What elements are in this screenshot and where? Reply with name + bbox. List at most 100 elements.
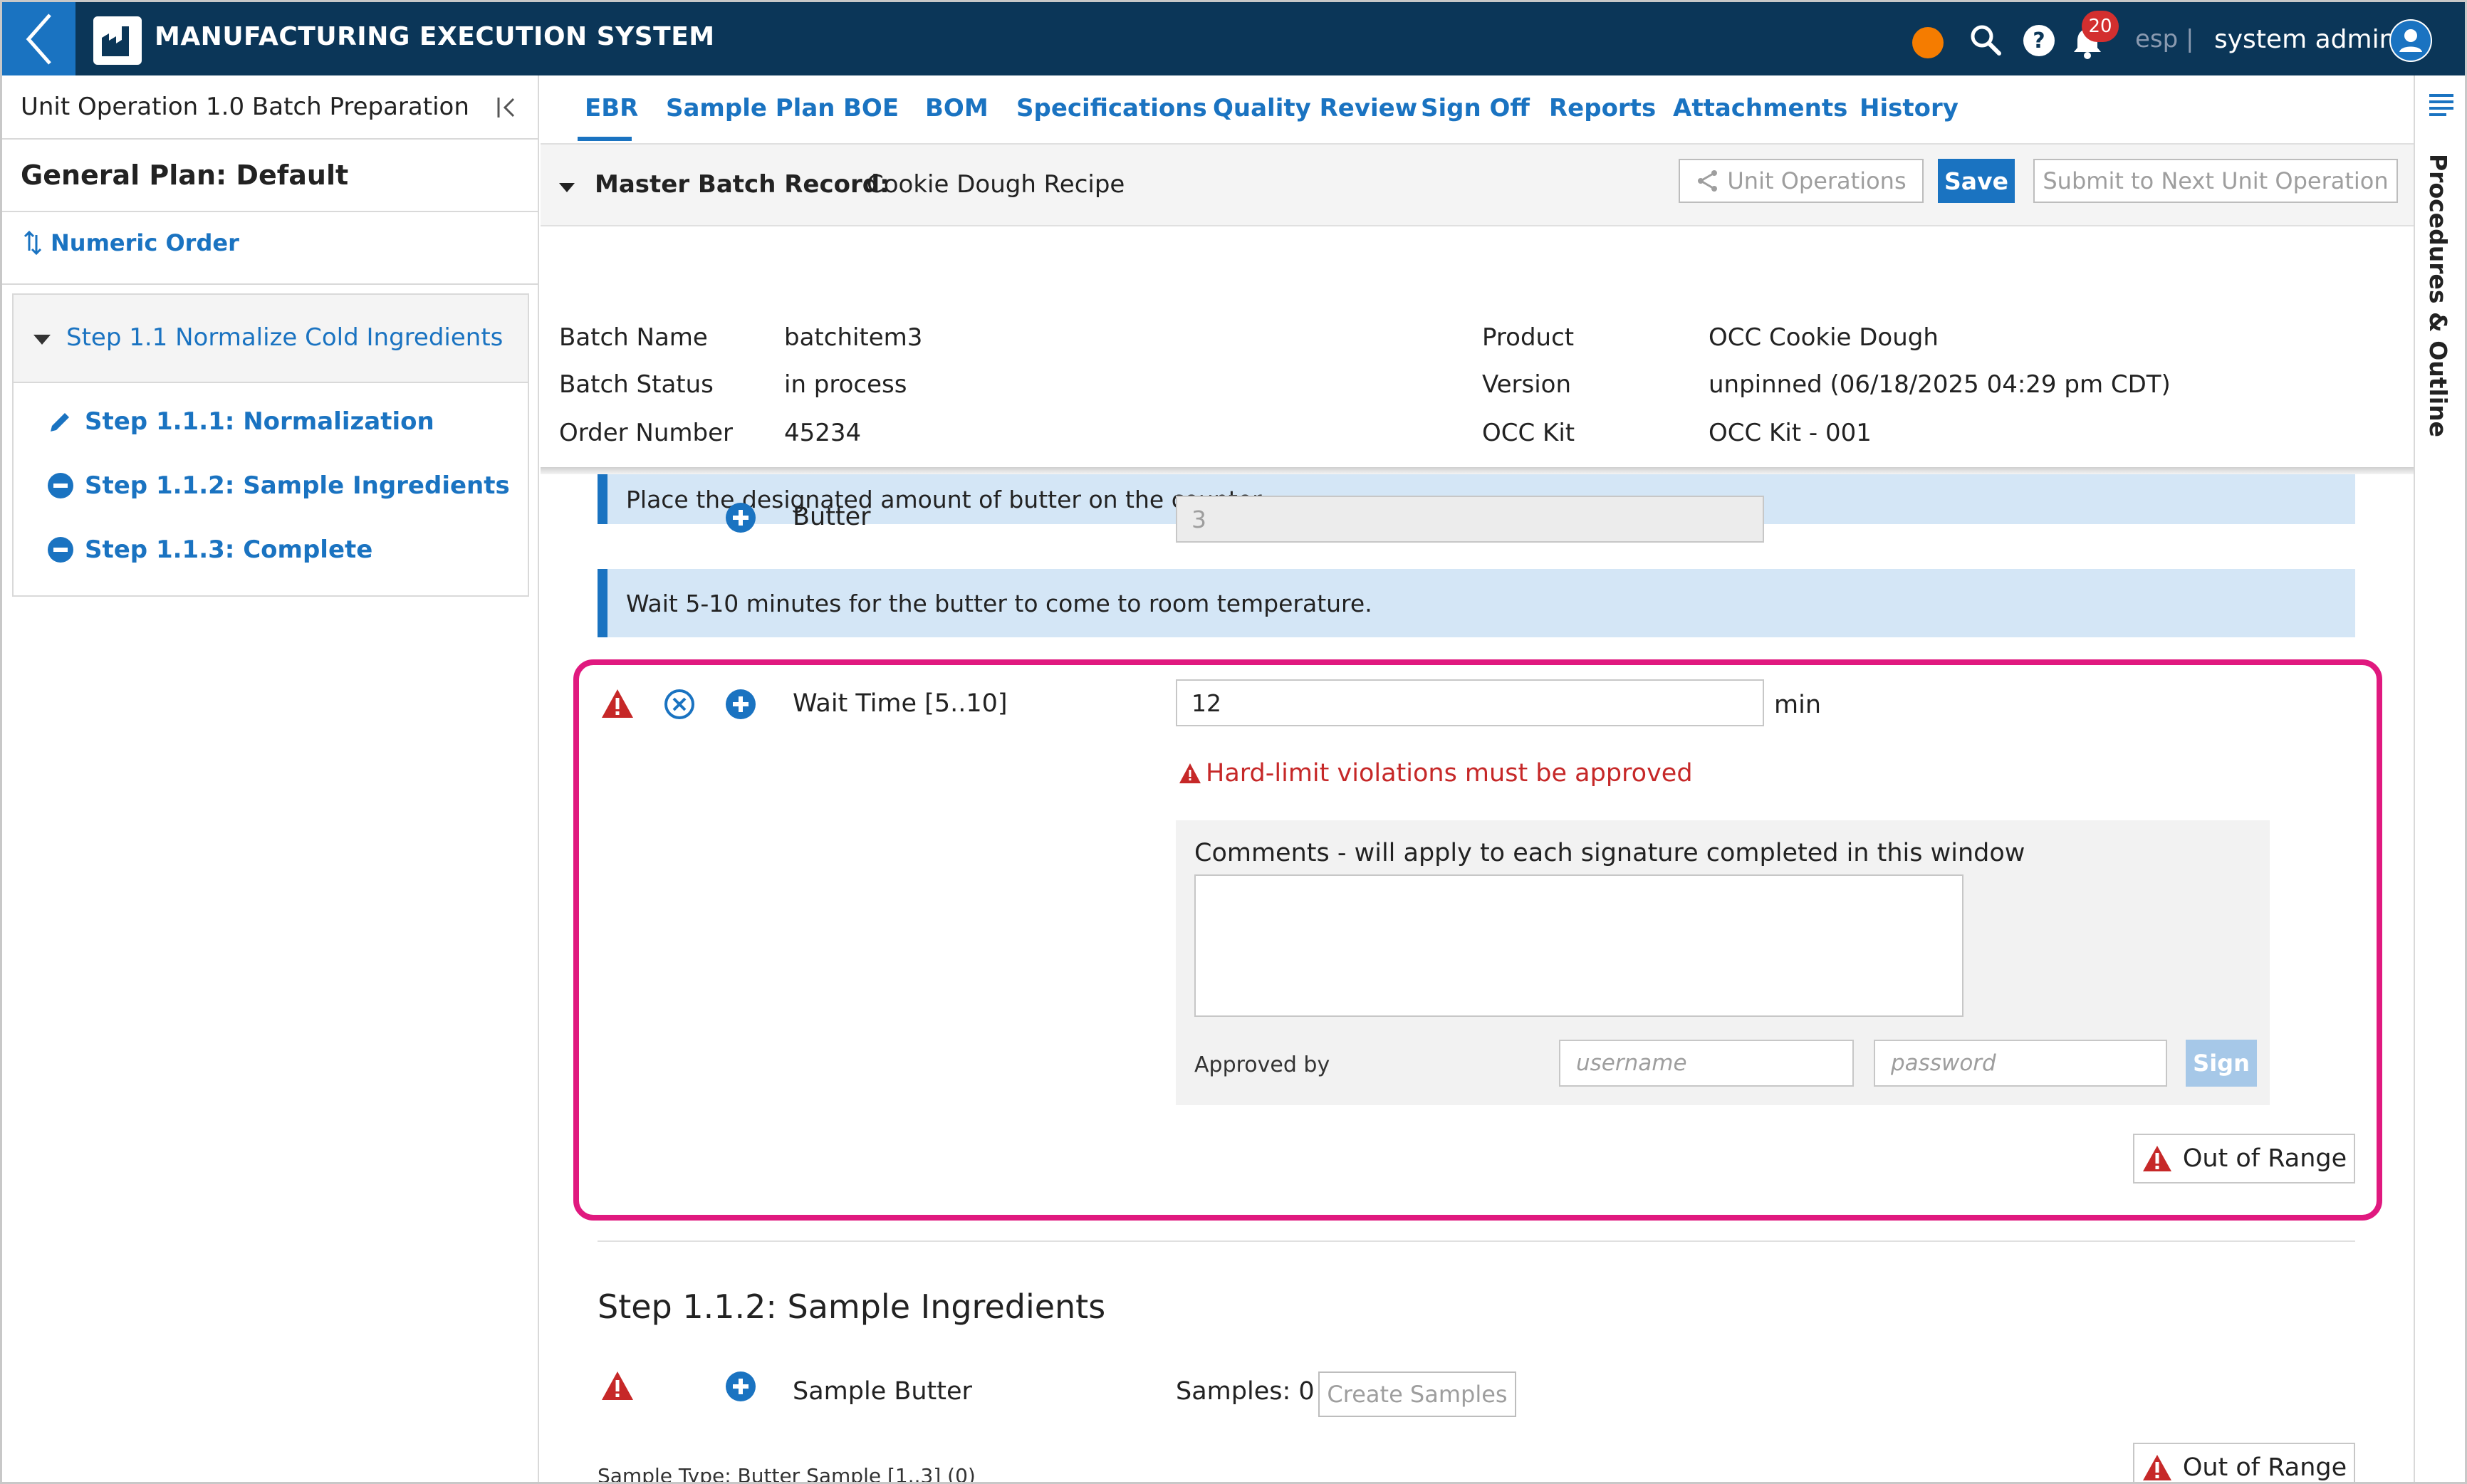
minus-circle-icon: [48, 473, 73, 498]
hard-limit-error: Hard-limit violations must be approved: [1179, 759, 1693, 788]
tab-sample-plan[interactable]: Sample Plan: [666, 94, 835, 122]
caret-down-icon[interactable]: [559, 183, 575, 192]
batch-info: Batch Name batchitem3 Batch Status in pr…: [541, 228, 2414, 470]
tab-sign-off[interactable]: Sign Off: [1421, 94, 1530, 122]
warning-icon: [2142, 1146, 2171, 1171]
approval-panel: Comments - will apply to each signature …: [1176, 820, 2270, 1105]
left-panel-header: Unit Operation 1.0 Batch Preparation: [2, 75, 539, 140]
unit-operation-title: Unit Operation 1.0 Batch Preparation: [21, 93, 469, 121]
tab-ebr[interactable]: EBR: [585, 94, 638, 122]
wait-time-input[interactable]: 12: [1176, 679, 1764, 726]
status-indicator[interactable]: [1912, 27, 1944, 58]
out-of-range-button[interactable]: Out of Range: [2133, 1134, 2355, 1183]
out-of-range-label: Out of Range: [2182, 1453, 2347, 1482]
tab-specifications[interactable]: Specifications: [1016, 94, 1207, 122]
app-title: MANUFACTURING EXECUTION SYSTEM: [155, 22, 715, 51]
numeric-order-label: Numeric Order: [51, 229, 239, 256]
language-switch[interactable]: esp |: [2135, 25, 2194, 53]
create-samples-button[interactable]: Create Samples: [1318, 1371, 1516, 1417]
section-title: Step 1.1.2: Sample Ingredients: [598, 1287, 1106, 1326]
record-value: Cookie Dough Recipe: [867, 170, 1125, 199]
product-value: OCC Cookie Dough: [1709, 323, 1939, 352]
top-bar: MANUFACTURING EXECUTION SYSTEM ? 20 esp …: [2, 2, 2465, 75]
password-input[interactable]: password: [1874, 1040, 2167, 1087]
list-icon[interactable]: [2428, 91, 2455, 117]
substep-normalization[interactable]: Step 1.1.1: Normalization: [46, 407, 434, 436]
numeric-order-toggle[interactable]: Numeric Order: [24, 229, 239, 256]
back-button[interactable]: [2, 2, 75, 75]
step-1-1-header[interactable]: Step 1.1 Normalize Cold Ingredients: [14, 295, 528, 383]
product-label: Product: [1482, 323, 1575, 352]
substep-complete[interactable]: Step 1.1.3: Complete: [46, 535, 372, 564]
cancel-circle-icon[interactable]: [663, 688, 696, 721]
substep-label: Step 1.1.3: Complete: [85, 535, 373, 564]
caret-down-icon: [33, 335, 51, 345]
plus-circle-icon[interactable]: [724, 688, 757, 721]
batch-status-value: in process: [784, 370, 907, 399]
step-1-1-label: Step 1.1 Normalize Cold Ingredients: [66, 323, 504, 352]
plus-circle-icon[interactable]: [724, 501, 757, 534]
butter-input: 3: [1176, 496, 1764, 543]
order-number-label: Order Number: [559, 419, 734, 447]
main-content: EBR Sample Plan BOE BOM Specifications Q…: [541, 75, 2414, 1484]
search-icon[interactable]: [1969, 23, 2002, 56]
step-outline: Step 1.1 Normalize Cold Ingredients Step…: [12, 293, 529, 597]
collapse-panel-icon[interactable]: [495, 95, 519, 120]
help-icon[interactable]: ?: [2022, 23, 2056, 58]
butter-label: Butter: [793, 503, 871, 531]
comments-textarea[interactable]: [1194, 874, 1963, 1017]
wait-time-unit: min: [1774, 691, 1822, 719]
kit-label: OCC Kit: [1482, 419, 1575, 447]
master-batch-record-bar: Master Batch Record: Cookie Dough Recipe…: [541, 143, 2414, 226]
left-panel: Unit Operation 1.0 Batch Preparation Gen…: [2, 75, 539, 1482]
procedures-outline-tab[interactable]: Procedures & Outline: [2424, 154, 2452, 437]
scroll-shadow: [541, 467, 2414, 474]
instruction-note: Wait 5-10 minutes for the butter to come…: [598, 569, 2355, 637]
warning-icon: [602, 1371, 633, 1400]
out-of-range-label: Out of Range: [2182, 1144, 2347, 1173]
divider: [598, 1240, 2355, 1242]
unit-operations-button[interactable]: Unit Operations: [1679, 159, 1924, 203]
share-icon: [1698, 170, 1718, 192]
pencil-icon: [51, 413, 69, 432]
user-name[interactable]: system admin: [2214, 25, 2395, 54]
approved-by-label: Approved by: [1194, 1052, 1330, 1077]
error-message: Hard-limit violations must be approved: [1206, 759, 1693, 788]
warning-icon: [1179, 763, 1201, 783]
svg-text:?: ?: [2033, 28, 2045, 53]
tab-bom[interactable]: BOM: [925, 94, 989, 122]
substep-label: Step 1.1.1: Normalization: [85, 407, 434, 436]
order-number-value: 45234: [784, 419, 862, 447]
sample-butter-label: Sample Butter: [793, 1377, 972, 1406]
plus-circle-icon[interactable]: [724, 1370, 757, 1403]
record-label: Master Batch Record:: [595, 170, 890, 199]
version-label: Version: [1482, 370, 1572, 399]
submit-next-unit-operation-button[interactable]: Submit to Next Unit Operation: [2033, 159, 2398, 203]
samples-count: Samples: 0: [1176, 1377, 1315, 1406]
substep-label: Step 1.1.2: Sample Ingredients: [85, 471, 510, 500]
batch-name-value: batchitem3: [784, 323, 923, 352]
chevron-left-icon: [26, 13, 51, 65]
tab-bar: EBR Sample Plan BOE BOM Specifications Q…: [541, 75, 2414, 143]
tab-quality-review[interactable]: Quality Review: [1213, 94, 1417, 122]
divider: [2, 211, 539, 212]
sort-arrows-icon: [24, 230, 42, 256]
user-icon: [2391, 21, 2431, 61]
out-of-range-button-2[interactable]: Out of Range: [2133, 1443, 2355, 1482]
tab-boe[interactable]: BOE: [843, 94, 899, 122]
version-value: unpinned (06/18/2025 04:29 pm CDT): [1709, 370, 2171, 399]
save-button[interactable]: Save: [1938, 159, 2015, 203]
unit-operations-label: Unit Operations: [1727, 167, 1907, 194]
right-rail: Procedures & Outline: [2414, 75, 2465, 1482]
username-input[interactable]: username: [1559, 1040, 1854, 1087]
minus-circle-icon: [48, 537, 73, 563]
comments-label: Comments - will apply to each signature …: [1194, 839, 2025, 867]
tab-reports[interactable]: Reports: [1549, 94, 1656, 122]
tab-history[interactable]: History: [1860, 94, 1959, 122]
avatar[interactable]: [2389, 19, 2432, 62]
tab-attachments[interactable]: Attachments: [1673, 94, 1847, 122]
sign-button[interactable]: Sign: [2186, 1040, 2257, 1087]
substep-sample-ingredients[interactable]: Step 1.1.2: Sample Ingredients: [46, 471, 510, 500]
sample-type-text: Sample Type: Butter Sample [1..3] (0): [598, 1464, 976, 1484]
app-window: MANUFACTURING EXECUTION SYSTEM ? 20 esp …: [0, 0, 2467, 1484]
